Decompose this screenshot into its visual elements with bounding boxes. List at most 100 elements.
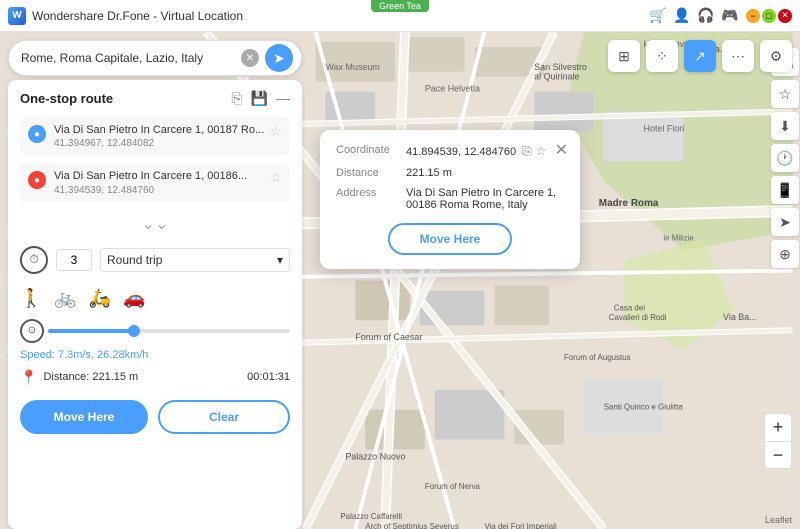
popup-addr-value: Via Di San Pietro In Carcere 1, 00186 Ro… xyxy=(406,187,564,211)
move-here-button[interactable]: Move Here xyxy=(20,400,148,434)
expand-dots[interactable]: ⌄⌄ xyxy=(20,214,290,234)
scooter-icon[interactable]: 🛵 xyxy=(89,288,111,309)
multi-stop-tool-button[interactable]: ↗ xyxy=(684,40,716,72)
walk-icon[interactable]: 🚶 xyxy=(20,288,42,309)
user-icon[interactable]: 👤 xyxy=(674,8,690,24)
popup-dist-label: Distance xyxy=(336,167,406,179)
car-icon[interactable]: 🚗 xyxy=(123,288,145,309)
loop-count-input[interactable]: 3 xyxy=(56,249,92,271)
stop-1-icon: ● xyxy=(28,125,46,143)
stop-1-info: Via Di San Pietro In Carcere 1, 00187 Ro… xyxy=(54,123,269,149)
svg-text:Casa dei: Casa dei xyxy=(614,303,646,312)
route-save-icon[interactable]: 💾 xyxy=(251,90,268,107)
speed-slider-track[interactable] xyxy=(48,329,290,333)
action-buttons: Move Here Clear xyxy=(20,400,290,434)
stop-2-coords: 41.394539, 12.484760 xyxy=(54,185,269,196)
svg-text:Wax Museum: Wax Museum xyxy=(325,62,379,72)
zoom-controls: + − xyxy=(764,413,792,469)
zoom-in-button[interactable]: + xyxy=(764,413,792,441)
popup-address-row: Address Via Di San Pietro In Carcere 1, … xyxy=(336,187,564,211)
app-icon: W xyxy=(8,7,26,25)
popup-coordinate-row: Coordinate 41.894539, 12.484760 ⎘ ☆ xyxy=(336,144,564,159)
timer-icon: ⏱ xyxy=(20,246,48,274)
headset-icon[interactable]: 🎧 xyxy=(698,8,714,24)
route-stop-2: ● Via Di San Pietro In Carcere 1, 00186.… xyxy=(20,163,290,201)
route-copy-icon[interactable]: ⎘ xyxy=(231,90,242,107)
stop-1-star[interactable]: ☆ xyxy=(269,123,282,140)
speed-static-label: Speed: xyxy=(20,349,58,361)
search-bar: Rome, Roma Capitale, Lazio, Italy ✕ ➤ xyxy=(8,40,302,76)
left-panel: Rome, Roma Capitale, Lazio, Italy ✕ ➤ On… xyxy=(0,32,310,529)
route-minimize-icon[interactable]: — xyxy=(276,90,290,107)
device-sidebar-icon[interactable]: 📱 xyxy=(771,176,799,204)
recenter-sidebar-icon[interactable]: ⊕ xyxy=(771,240,799,268)
popup-star-icon[interactable]: ☆ xyxy=(536,144,547,159)
route-header-icons: ⎘ 💾 — xyxy=(231,90,290,107)
search-clear-button[interactable]: ✕ xyxy=(241,49,259,67)
stop-2-icon: ● xyxy=(28,171,46,189)
popup-close-button[interactable]: ✕ xyxy=(555,140,568,160)
popup-coord-value-group: 41.894539, 12.484760 ⎘ ☆ xyxy=(406,144,546,159)
stop-2-star[interactable]: ☆ xyxy=(269,169,282,186)
teleport-tool-button[interactable]: ⊞ xyxy=(608,40,640,72)
svg-text:Palazzo Caffarelli: Palazzo Caffarelli xyxy=(340,512,402,521)
right-sidebar: 🗺 ☆ ⬇ 🕐 📱 ➤ ⊕ xyxy=(770,40,800,276)
settings-tool-button[interactable]: ⚙ xyxy=(760,40,792,72)
popup-copy-icon[interactable]: ⎘ xyxy=(522,144,532,159)
navigate-sidebar-icon[interactable]: ➤ xyxy=(771,208,799,236)
popup-move-here-button[interactable]: Move Here xyxy=(388,223,513,255)
svg-text:Forum of Nerva: Forum of Nerva xyxy=(425,482,481,491)
games-icon[interactable]: 🎮 xyxy=(722,8,738,24)
popup-coord-icons: ⎘ ☆ xyxy=(522,144,546,159)
svg-text:le Milizie: le Milizie xyxy=(663,234,694,243)
close-button[interactable]: ✕ xyxy=(778,9,792,23)
speedometer-icon: ⊙ xyxy=(20,319,44,343)
title-icons: 🛒 👤 🎧 🎮 xyxy=(650,8,738,24)
stop-2-name: Via Di San Pietro In Carcere 1, 00186... xyxy=(54,169,269,184)
natural-route-button[interactable]: ⋯ xyxy=(722,40,754,72)
maximize-button[interactable]: □ xyxy=(762,9,776,23)
svg-text:Forum of Caesar: Forum of Caesar xyxy=(355,332,422,342)
one-stop-tool-button[interactable]: ⁘ xyxy=(646,40,678,72)
app-title: Wondershare Dr.Fone - Virtual Location xyxy=(32,9,650,23)
svg-text:Via dei Fori Imperiali: Via dei Fori Imperiali xyxy=(484,522,556,529)
popup-dist-value: 221.15 m xyxy=(406,167,564,179)
minimize-button[interactable]: − xyxy=(746,9,760,23)
svg-text:San Silvestro: San Silvestro xyxy=(534,62,587,72)
bike-icon[interactable]: 🚲 xyxy=(54,288,76,309)
svg-text:Palazzo Nuovo: Palazzo Nuovo xyxy=(345,451,405,461)
speed-value: 7.3m/s, 26.28km/h xyxy=(58,349,149,361)
popup-addr-label: Address xyxy=(336,187,406,211)
history-sidebar-icon[interactable]: 🕐 xyxy=(771,144,799,172)
popup-coord-value: 41.894539, 12.484760 xyxy=(406,146,516,158)
titlebar: W Wondershare Dr.Fone - Virtual Location… xyxy=(0,0,800,32)
svg-text:Cavalieri di Rodi: Cavalieri di Rodi xyxy=(609,313,667,322)
green-tag: Green Tea xyxy=(371,0,429,12)
zoom-out-button[interactable]: − xyxy=(764,441,792,469)
speed-slider-thumb[interactable] xyxy=(128,325,140,337)
trip-type-select[interactable]: Round trip ▾ xyxy=(100,248,290,272)
favorites-sidebar-icon[interactable]: ☆ xyxy=(771,80,799,108)
speed-label-row: Speed: 7.3m/s, 26.28km/h xyxy=(20,349,290,361)
popup-distance-row: Distance 221.15 m xyxy=(336,167,564,179)
distance-label: Distance: 221.15 m xyxy=(43,371,138,383)
download-sidebar-icon[interactable]: ⬇ xyxy=(771,112,799,140)
trip-type-label: Round trip xyxy=(107,253,162,267)
svg-text:Santi Quirico e Giulitta: Santi Quirico e Giulitta xyxy=(604,403,684,412)
search-go-button[interactable]: ➤ xyxy=(265,44,293,72)
svg-text:al Quirinale: al Quirinale xyxy=(534,72,579,82)
popup-coord-label: Coordinate xyxy=(336,144,406,159)
route-panel: One-stop route ⎘ 💾 — ● Via Di San Pietro… xyxy=(8,80,302,529)
controls-row: ⏱ 3 Round trip ▾ xyxy=(20,246,290,274)
clear-button[interactable]: Clear xyxy=(158,400,290,434)
stop-2-info: Via Di San Pietro In Carcere 1, 00186...… xyxy=(54,169,269,195)
dist-time-row: 📍 Distance: 221.15 m 00:01:31 xyxy=(20,369,290,386)
cart-icon[interactable]: 🛒 xyxy=(650,8,666,24)
route-title: One-stop route xyxy=(20,91,113,106)
leaflet-label: Leaflet xyxy=(765,515,792,525)
route-stop-1: ● Via Di San Pietro In Carcere 1, 00187 … xyxy=(20,117,290,155)
search-value: Rome, Roma Capitale, Lazio, Italy xyxy=(17,51,241,65)
speed-slider-row: ⊙ xyxy=(20,319,290,343)
svg-text:Hotel Fiori: Hotel Fiori xyxy=(644,123,685,133)
svg-text:Via Ba...: Via Ba... xyxy=(723,312,757,322)
